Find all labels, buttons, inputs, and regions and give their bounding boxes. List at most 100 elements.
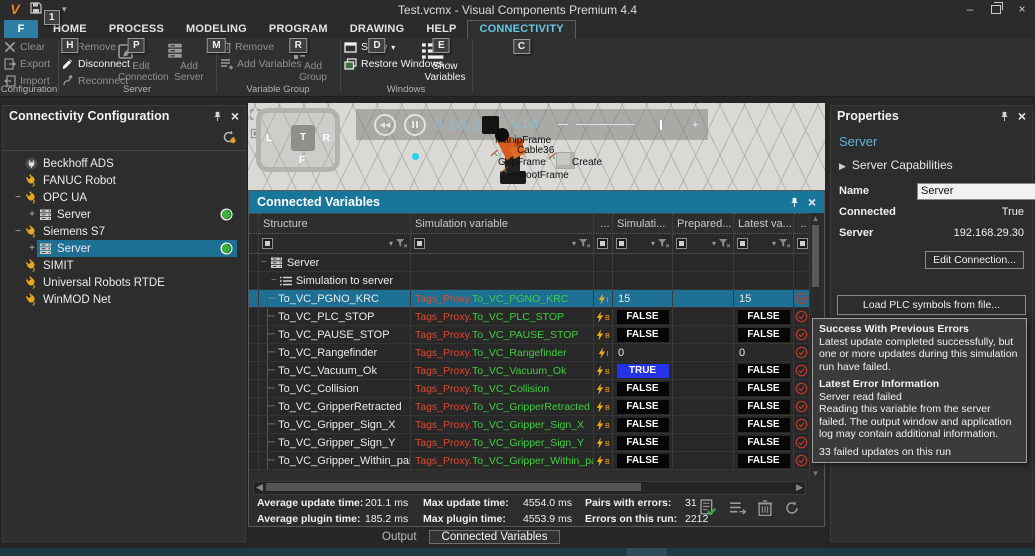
file-menu-button[interactable]: F: [4, 20, 38, 38]
success-with-errors-icon[interactable]: [795, 292, 808, 305]
tab-connectivity[interactable]: CONNECTIVITY C: [467, 20, 576, 54]
success-with-errors-icon[interactable]: [795, 418, 808, 431]
refresh-connections-icon[interactable]: [221, 129, 237, 145]
ribbon-button-add-server[interactable]: Add Server: [166, 40, 212, 84]
filter-caret-icon[interactable]: ▾: [389, 239, 393, 248]
clear-filter-icon[interactable]: [779, 239, 790, 248]
success-with-errors-icon[interactable]: [795, 454, 808, 467]
name-input[interactable]: [917, 182, 1035, 200]
expander-icon[interactable]: −: [271, 275, 277, 286]
pin-icon[interactable]: [212, 111, 223, 122]
success-with-errors-icon[interactable]: [795, 310, 808, 323]
variable-row-to_vc_pgno_krc[interactable]: ─ To_VC_PGNO_KRC Tags_Proxy.To_VC_PGNO_KRC…: [249, 290, 824, 308]
variable-row-to_vc_gripperretracted[interactable]: ─ To_VC_GripperRetracted Tags_Proxy.To_VC_…: [249, 398, 824, 416]
filter-checkbox[interactable]: [262, 238, 273, 249]
group-row-server[interactable]: − Server: [249, 254, 824, 272]
server-capabilities-section[interactable]: ▶ Server Capabilities: [831, 151, 1032, 179]
success-with-errors-icon[interactable]: [795, 364, 808, 377]
restore-button[interactable]: [983, 0, 1009, 18]
filter-checkbox[interactable]: [797, 238, 808, 249]
ribbon-button-clear[interactable]: Clear: [4, 39, 58, 55]
group-row-simulation-to-server[interactable]: − Simulation to server: [249, 272, 824, 290]
tab-drawing[interactable]: DRAWING D: [339, 20, 416, 53]
filter-cell[interactable]: ▾: [259, 234, 411, 254]
tree-item-server[interactable]: + Server: [3, 206, 245, 223]
close-icon[interactable]: ×: [1018, 109, 1026, 123]
column-header-3[interactable]: Simulati...: [613, 213, 673, 234]
variable-row-to_vc_gripper_sign_y[interactable]: ─ To_VC_Gripper_Sign_Y Tags_Proxy.To_VC_Gr…: [249, 434, 824, 452]
filter-checkbox[interactable]: [737, 238, 748, 249]
filter-cell[interactable]: [794, 234, 810, 254]
close-button[interactable]: ×: [1009, 0, 1035, 18]
variable-row-to_vc_plc_stop[interactable]: ─ To_VC_PLC_STOP Tags_Proxy.To_VC_PLC_STOP…: [249, 308, 824, 326]
delete-pairs-icon[interactable]: [758, 499, 772, 516]
filter-checkbox[interactable]: [597, 238, 608, 249]
expander-icon[interactable]: +: [27, 243, 37, 254]
filter-cell[interactable]: ▾: [411, 234, 594, 254]
select-variables-icon[interactable]: [729, 501, 746, 515]
variable-row-to_vc_gripper_within_part[interactable]: ─ To_VC_Gripper_Within_part Tags_Proxy.To_…: [249, 452, 824, 470]
success-with-errors-icon[interactable]: [795, 346, 808, 359]
column-header-4[interactable]: Prepared...: [673, 213, 734, 234]
tab-program[interactable]: PROGRAM R: [258, 20, 339, 53]
reset-simulation-button[interactable]: ◀◀: [374, 113, 396, 136]
minimize-button[interactable]: –: [957, 0, 983, 18]
success-with-errors-icon[interactable]: [795, 436, 808, 449]
bottom-tab-connected-variables[interactable]: Connected Variables: [428, 530, 561, 544]
validate-pairs-icon[interactable]: [700, 499, 717, 516]
view-left-face[interactable]: L: [266, 133, 272, 144]
pin-icon[interactable]: [999, 111, 1010, 122]
variable-row-to_vc_rangefinder[interactable]: ─ To_VC_Rangefinder Tags_Proxy.To_VC_Range…: [249, 344, 824, 362]
variable-row-to_vc_pause_stop[interactable]: ─ To_VC_PAUSE_STOP Tags_Proxy.To_VC_PAUSE_…: [249, 326, 824, 344]
column-header-5[interactable]: Latest va...: [734, 213, 794, 234]
filter-cell[interactable]: [594, 234, 613, 254]
view-top-face[interactable]: T: [291, 125, 315, 151]
filter-checkbox[interactable]: [676, 238, 687, 249]
filter-checkbox[interactable]: [414, 238, 425, 249]
edit-connection-button[interactable]: Edit Connection...: [925, 251, 1024, 269]
expander-icon[interactable]: −: [13, 226, 23, 237]
tree-item-siemens-s7[interactable]: − Siemens S7: [3, 223, 245, 240]
column-header-0[interactable]: Structure: [259, 213, 411, 234]
close-icon[interactable]: ×: [231, 109, 239, 123]
speed-slider[interactable]: +: [557, 119, 698, 131]
filter-caret-icon[interactable]: ▾: [651, 239, 655, 248]
view-selector-widget[interactable]: T L R F: [256, 108, 340, 172]
close-icon[interactable]: ×: [808, 195, 816, 209]
success-with-errors-icon[interactable]: [795, 400, 808, 413]
column-header-1[interactable]: Simulation variable: [411, 213, 594, 234]
pin-icon[interactable]: [789, 197, 800, 208]
tree-item-simit[interactable]: SIMIT: [3, 257, 245, 274]
clear-filter-icon[interactable]: [658, 239, 669, 248]
tree-item-winmod-net[interactable]: WinMOD Net: [3, 291, 245, 308]
ribbon-button-export[interactable]: Export: [4, 56, 58, 72]
expander-icon[interactable]: +: [27, 209, 37, 220]
load-plc-symbols-button[interactable]: Load PLC symbols from file...: [837, 295, 1026, 315]
tab-modeling[interactable]: MODELING M: [175, 20, 258, 53]
filter-caret-icon[interactable]: ▾: [572, 239, 576, 248]
tree-item-opc-ua[interactable]: − OPC UA: [3, 189, 245, 206]
clear-filter-icon[interactable]: [396, 239, 407, 248]
horizontal-scrollbar[interactable]: ◀ ▶: [253, 481, 806, 495]
variable-row-to_vc_collision[interactable]: ─ To_VC_Collision Tags_Proxy.To_VC_Collisi…: [249, 380, 824, 398]
filter-checkbox[interactable]: [616, 238, 627, 249]
view-right-face[interactable]: R: [323, 133, 330, 144]
expander-icon[interactable]: −: [13, 192, 23, 203]
pause-simulation-button[interactable]: [404, 113, 426, 136]
viewport-3d[interactable]: T L R F ◀◀ 0:16:29 x 1.0 + ManipFrame Ca…: [248, 103, 825, 190]
variable-row-to_vc_vacuum_ok[interactable]: ─ To_VC_Vacuum_Ok Tags_Proxy.To_VC_Vacuum_…: [249, 362, 824, 380]
bottom-tab-output[interactable]: Output: [370, 531, 429, 543]
clear-filter-icon[interactable]: [719, 239, 730, 248]
filter-cell[interactable]: ▾: [613, 234, 673, 254]
reset-statistics-icon[interactable]: [784, 500, 800, 516]
success-with-errors-icon[interactable]: [795, 328, 808, 341]
tree-item-beckhoff-ads[interactable]: Beckhoff ADS: [3, 155, 245, 172]
column-header-6[interactable]: ..: [794, 213, 810, 234]
filter-caret-icon[interactable]: ▾: [712, 239, 716, 248]
clear-filter-icon[interactable]: [579, 239, 590, 248]
filter-caret-icon[interactable]: ▾: [772, 239, 776, 248]
variable-row-to_vc_gripper_sign_x[interactable]: ─ To_VC_Gripper_Sign_X Tags_Proxy.To_VC_Gr…: [249, 416, 824, 434]
column-header-2[interactable]: ...: [594, 213, 613, 234]
tab-help[interactable]: HELP E: [415, 20, 467, 53]
filter-cell[interactable]: ▾: [673, 234, 734, 254]
